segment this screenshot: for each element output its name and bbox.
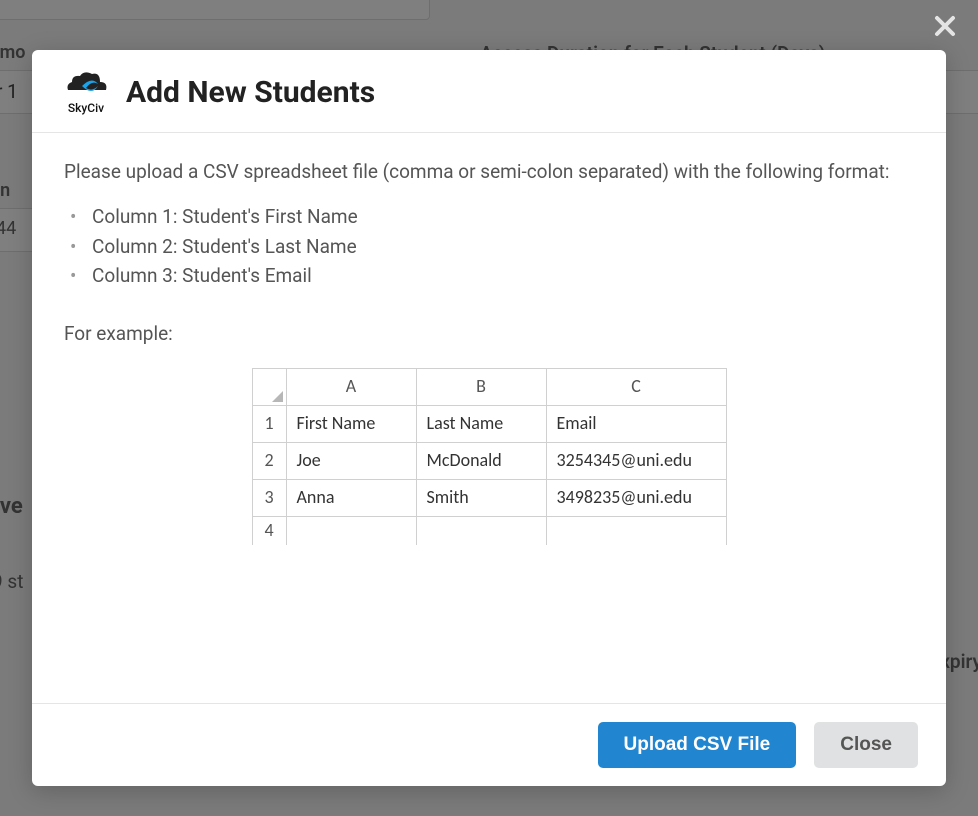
cell: 3254345@uni.edu (546, 442, 726, 479)
close-button[interactable]: Close (814, 722, 918, 768)
cell (416, 516, 546, 544)
skyciv-logo: SkyCiv (62, 70, 110, 114)
list-item: Column 1: Student's First Name (70, 202, 914, 231)
modal-body: Please upload a CSV spreadsheet file (co… (32, 133, 946, 703)
list-item: Column 3: Student's Email (70, 261, 914, 290)
column-format-list: Column 1: Student's First Name Column 2:… (70, 202, 914, 290)
cell: Anna (286, 479, 416, 516)
cell (286, 516, 416, 544)
cell: Joe (286, 442, 416, 479)
add-students-modal: SkyCiv Add New Students Please upload a … (32, 50, 946, 786)
instructions-text: Please upload a CSV spreadsheet file (co… (64, 157, 914, 186)
cell: Email (546, 406, 726, 443)
cell: 3498235@uni.edu (546, 479, 726, 516)
cell: First Name (286, 406, 416, 443)
modal-title: Add New Students (126, 75, 375, 110)
cell (546, 516, 726, 544)
row-header: 2 (252, 442, 286, 479)
sheet-corner (252, 369, 286, 406)
upload-csv-button[interactable]: Upload CSV File (598, 722, 797, 768)
col-header-a: A (286, 369, 416, 406)
modal-header: SkyCiv Add New Students (32, 50, 946, 133)
row-header: 3 (252, 479, 286, 516)
col-header-b: B (416, 369, 546, 406)
modal-footer: Upload CSV File Close (32, 703, 946, 786)
row-header: 4 (252, 516, 286, 544)
example-label: For example: (64, 319, 914, 348)
cell: Last Name (416, 406, 546, 443)
cell: McDonald (416, 442, 546, 479)
row-header: 1 (252, 406, 286, 443)
cell: Smith (416, 479, 546, 516)
col-header-c: C (546, 369, 726, 406)
list-item: Column 2: Student's Last Name (70, 232, 914, 261)
example-spreadsheet: A B C 1 First Name Last Name Email 2 Joe… (252, 368, 727, 544)
close-icon[interactable] (934, 14, 956, 42)
logo-text: SkyCiv (68, 102, 104, 114)
